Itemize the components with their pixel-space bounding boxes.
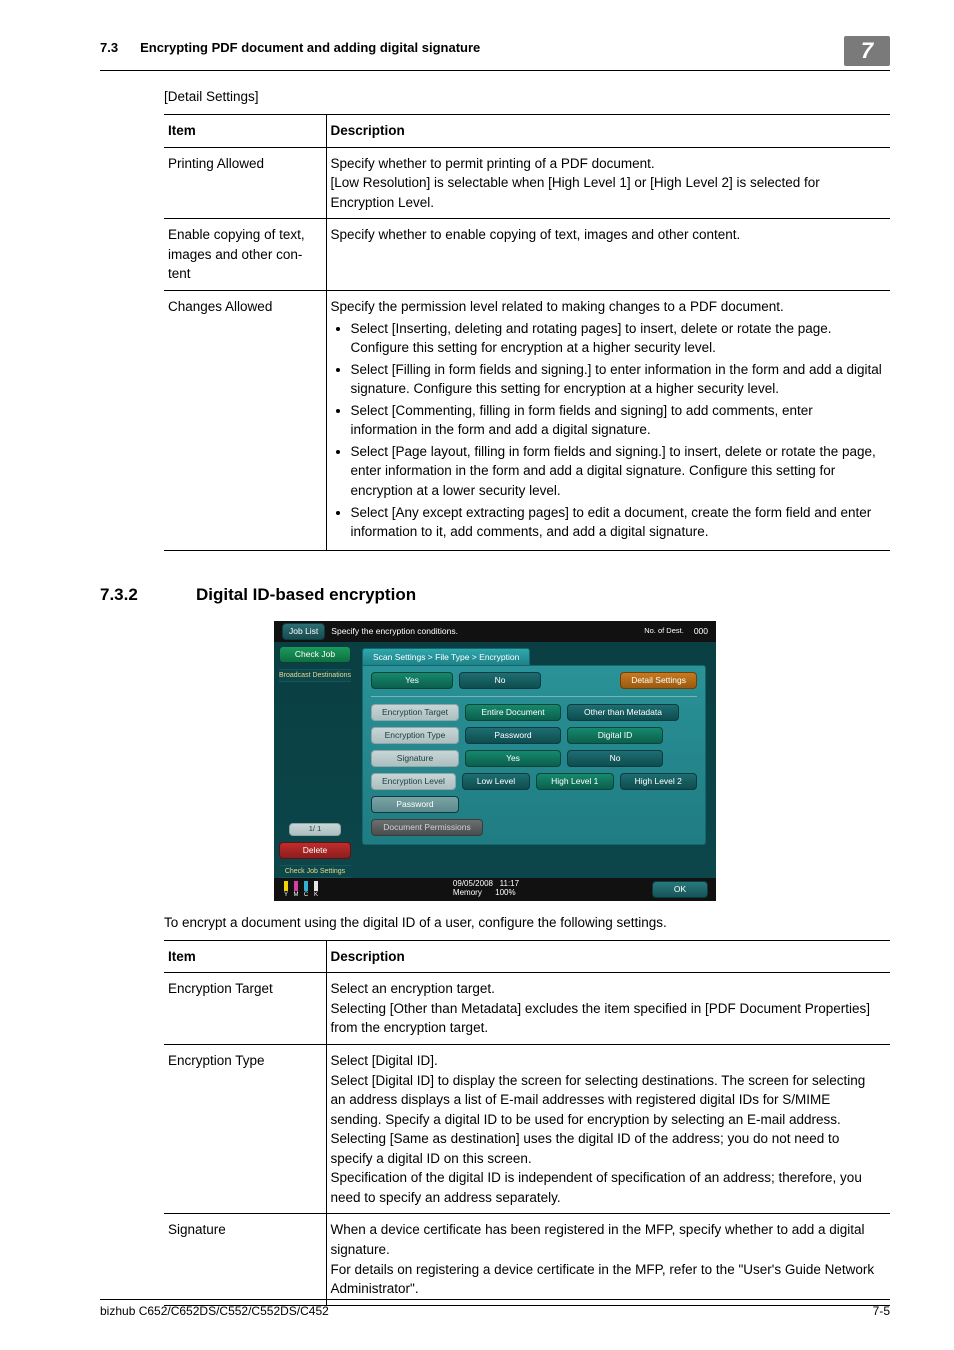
table-row: Encryption Type Select [Digital ID]. Sel… xyxy=(164,1044,890,1214)
page-indicator: 1/ 1 xyxy=(289,823,341,836)
high-level-1-button[interactable]: High Level 1 xyxy=(536,773,613,790)
item-cell: Encryption Target xyxy=(164,973,326,1045)
page-footer: bizhub C652/C652DS/C552/C552DS/C452 7-5 xyxy=(100,1299,890,1318)
screenshot-sidebar: Check Job Broadcast Destinations 1/ 1 De… xyxy=(274,642,356,878)
toner-m: M xyxy=(294,892,299,898)
table-header-item: Item xyxy=(164,940,326,973)
desc-cell: Specify whether to enable copying of tex… xyxy=(326,219,890,291)
screenshot-center: Scan Settings > File Type > Encryption Y… xyxy=(356,642,716,878)
desc-cell: Select an encryption target. Selecting [… xyxy=(326,973,890,1045)
desc-cell: Specify whether to permit printing of a … xyxy=(326,147,890,219)
changes-allowed-list: Select [Inserting, deleting and rotating… xyxy=(331,319,883,542)
table-row: Changes Allowed Specify the permission l… xyxy=(164,290,890,550)
toner-y: Y xyxy=(284,892,288,898)
paragraph-after-screenshot: To encrypt a document using the digital … xyxy=(164,915,890,930)
table-row: Encryption Target Select an encryption t… xyxy=(164,973,890,1045)
toner-c: C xyxy=(304,892,308,898)
memory-value: 100% xyxy=(495,888,515,897)
other-than-metadata-button[interactable]: Other than Metadata xyxy=(567,704,679,721)
table-row: Signature When a device certificate has … xyxy=(164,1214,890,1305)
password-button[interactable]: Password xyxy=(371,796,459,813)
screenshot-title: Specify the encryption conditions. xyxy=(331,626,458,636)
chapter-tab: 7 xyxy=(844,36,890,66)
signature-label: Signature xyxy=(371,750,459,767)
table-row: Enable copying of text, images and other… xyxy=(164,219,890,291)
table-header-description: Description xyxy=(326,940,890,973)
screenshot-footer: Y M C K 09/05/2008 11:17 Memory 100% OK xyxy=(274,878,716,901)
ok-button[interactable]: OK xyxy=(652,881,708,898)
item-cell: Changes Allowed xyxy=(164,290,326,550)
check-job-settings-label[interactable]: Check Job Settings xyxy=(279,865,351,878)
toner-k: K xyxy=(314,892,318,898)
screenshot-titlebar: Job List Specify the encryption conditio… xyxy=(274,621,716,642)
dest-label: No. of Dest. xyxy=(644,627,684,635)
subsection-number: 7.3.2 xyxy=(100,585,144,605)
item-cell: Enable copying of text, images and other… xyxy=(164,219,326,291)
document-permissions-button[interactable]: Document Permissions xyxy=(371,819,483,836)
detail-settings-button[interactable]: Detail Settings xyxy=(620,672,697,689)
subsection-title: Digital ID-based encryption xyxy=(196,585,416,605)
detail-settings-caption: [Detail Settings] xyxy=(164,89,890,104)
device-screenshot: Job List Specify the encryption conditio… xyxy=(274,621,716,901)
desc-intro: Specify the permission level related to … xyxy=(331,299,784,314)
list-item: Select [Filling in form fields and signi… xyxy=(351,360,883,399)
list-item: Select [Page layout, filling in form fie… xyxy=(351,442,883,501)
section-number: 7.3 xyxy=(100,40,118,55)
table-header-description: Description xyxy=(326,115,890,148)
encryption-type-label: Encryption Type xyxy=(371,727,459,744)
password-type-button[interactable]: Password xyxy=(465,727,561,744)
settings-panel: Yes No Detail Settings Encryption Target… xyxy=(362,665,706,845)
desc-cell: Select [Digital ID]. Select [Digital ID]… xyxy=(326,1044,890,1214)
page-number: 7-5 xyxy=(873,1304,890,1318)
list-item: Select [Any except extracting pages] to … xyxy=(351,503,883,542)
subsection-heading: 7.3.2 Digital ID-based encryption xyxy=(100,585,890,605)
item-cell: Signature xyxy=(164,1214,326,1305)
list-item: Select [Inserting, deleting and rotating… xyxy=(351,319,883,358)
encryption-target-label: Encryption Target xyxy=(371,704,459,721)
check-job-button[interactable]: Check Job xyxy=(279,646,351,663)
running-header: 7.3 Encrypting PDF document and adding d… xyxy=(100,40,890,71)
entire-document-button[interactable]: Entire Document xyxy=(465,704,561,721)
signature-no-button[interactable]: No xyxy=(567,750,663,767)
low-level-button[interactable]: Low Level xyxy=(462,773,530,790)
model-line: bizhub C652/C652DS/C552/C552DS/C452 xyxy=(100,1304,329,1318)
detail-settings-table: Item Description Printing Allowed Specif… xyxy=(164,114,890,551)
list-item: Select [Commenting, filling in form fiel… xyxy=(351,401,883,440)
item-cell: Encryption Type xyxy=(164,1044,326,1214)
job-list-button[interactable]: Job List xyxy=(282,623,325,640)
delete-button[interactable]: Delete xyxy=(279,842,351,859)
footer-time: 11:17 xyxy=(500,879,519,888)
section-title: Encrypting PDF document and adding digit… xyxy=(140,40,480,55)
toner-levels: Y M C K xyxy=(282,881,320,898)
signature-yes-button[interactable]: Yes xyxy=(465,750,561,767)
digital-id-type-button[interactable]: Digital ID xyxy=(567,727,663,744)
footer-date: 09/05/2008 xyxy=(453,879,493,888)
digital-id-settings-table: Item Description Encryption Target Selec… xyxy=(164,940,890,1306)
broadcast-destinations-label: Broadcast Destinations xyxy=(279,669,351,682)
breadcrumb: Scan Settings > File Type > Encryption xyxy=(362,648,530,665)
table-row: Printing Allowed Specify whether to perm… xyxy=(164,147,890,219)
table-header-item: Item xyxy=(164,115,326,148)
encryption-yes-button[interactable]: Yes xyxy=(371,672,453,689)
encryption-no-button[interactable]: No xyxy=(459,672,541,689)
item-cell: Printing Allowed xyxy=(164,147,326,219)
dest-count: 000 xyxy=(694,626,708,636)
encryption-level-label: Encryption Level xyxy=(371,773,456,790)
memory-label: Memory xyxy=(453,888,482,897)
desc-cell: Specify the permission level related to … xyxy=(326,290,890,550)
high-level-2-button[interactable]: High Level 2 xyxy=(620,773,697,790)
desc-cell: When a device certificate has been regis… xyxy=(326,1214,890,1305)
